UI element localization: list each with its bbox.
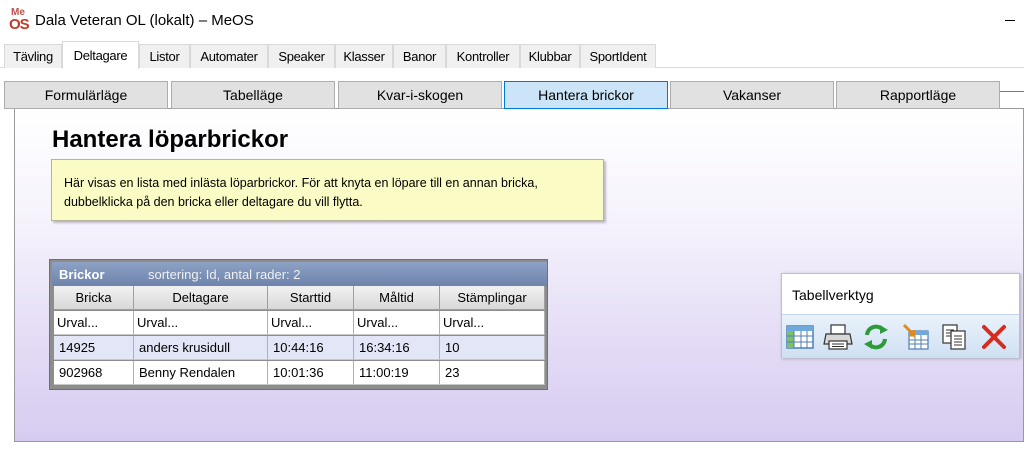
refresh-icon[interactable] <box>860 321 892 353</box>
column-header-stamplingar[interactable]: Stämplingar <box>440 286 545 310</box>
cell-deltagare[interactable]: anders krusidull <box>134 336 268 360</box>
tab-sportident[interactable]: SportIdent <box>580 44 656 68</box>
cell-maltid[interactable]: 16:34:16 <box>354 336 440 360</box>
formularlage-button[interactable]: Formulärläge <box>4 81 168 109</box>
tab-listor[interactable]: Listor <box>139 44 190 68</box>
table-tools-panel: Tabellverktyg <box>781 273 1020 358</box>
column-header-bricka[interactable]: Bricka <box>54 286 134 310</box>
tab-kontroller[interactable]: Kontroller <box>446 44 520 68</box>
kvar-i-skogen-button[interactable]: Kvar-i-skogen <box>338 81 502 109</box>
cell-starttid[interactable]: 10:01:36 <box>268 361 354 385</box>
table-title: Brickor <box>59 267 105 282</box>
cell-maltid[interactable]: 11:00:19 <box>354 361 440 385</box>
tab-automater[interactable]: Automater <box>190 44 268 68</box>
tools-toolbar <box>782 314 1019 358</box>
tab-tavling[interactable]: Tävling <box>4 44 62 68</box>
window-title: Dala Veteran OL (lokalt) – MeOS <box>35 12 254 29</box>
print-icon[interactable] <box>822 321 854 353</box>
column-header-starttid[interactable]: Starttid <box>268 286 354 310</box>
tab-klasser[interactable]: Klasser <box>335 44 393 68</box>
filter-stamplingar[interactable]: Urval... <box>440 311 545 335</box>
tab-klubbar[interactable]: Klubbar <box>520 44 580 68</box>
rapportlage-button[interactable]: Rapportläge <box>836 81 1000 109</box>
filter-maltid[interactable]: Urval... <box>354 311 440 335</box>
page-title: Hantera löparbrickor <box>52 126 289 153</box>
table-row[interactable]: 902968 Benny Rendalen 10:01:36 11:00:19 … <box>54 361 545 385</box>
cell-starttid[interactable]: 10:44:16 <box>268 336 354 360</box>
vakanser-button[interactable]: Vakanser <box>670 81 834 109</box>
cell-bricka[interactable]: 902968 <box>54 361 134 385</box>
meos-logo-icon: Me OS <box>9 7 30 33</box>
table-sort-info: sortering: Id, antal rader: 2 <box>148 267 301 282</box>
title-bar: Me OS Dala Veteran OL (lokalt) – MeOS <box>0 0 1024 40</box>
filter-deltagare[interactable]: Urval... <box>134 311 268 335</box>
tabellage-button[interactable]: Tabelläge <box>171 81 335 109</box>
copy-icon[interactable] <box>938 321 970 353</box>
cell-stamplingar[interactable]: 23 <box>440 361 545 385</box>
cell-deltagare[interactable]: Benny Rendalen <box>134 361 268 385</box>
hantera-brickor-button[interactable]: Hantera brickor <box>504 81 668 109</box>
table-row[interactable]: 14925 anders krusidull 10:44:16 16:34:16… <box>54 336 545 360</box>
table-view-icon[interactable] <box>784 321 816 353</box>
tab-banor[interactable]: Banor <box>393 44 446 68</box>
delete-icon[interactable] <box>978 321 1010 353</box>
tools-panel-title: Tabellverktyg <box>792 287 874 303</box>
info-text-line2: dubbelklicka på den bricka eller deltaga… <box>64 195 363 209</box>
cards-table: Brickor sortering: Id, antal rader: 2 Br… <box>49 259 548 390</box>
minimize-button[interactable] <box>996 8 1024 32</box>
table-filter-row: Urval... Urval... Urval... Urval... Urva… <box>54 311 545 335</box>
table-header-bar: Brickor sortering: Id, antal rader: 2 <box>52 262 547 286</box>
main-window: Me OS Dala Veteran OL (lokalt) – MeOS Tä… <box>0 0 1024 454</box>
cell-stamplingar[interactable]: 10 <box>440 336 545 360</box>
column-header-maltid[interactable]: Måltid <box>354 286 440 310</box>
info-text-line1: Här visas en lista med inlästa löparbric… <box>64 176 538 190</box>
table-column-headers: Bricka Deltagare Starttid Måltid Stämpli… <box>54 286 545 310</box>
cell-bricka[interactable]: 14925 <box>54 336 134 360</box>
info-box: Här visas en lista med inlästa löparbric… <box>51 159 604 221</box>
filter-bricka[interactable]: Urval... <box>54 311 134 335</box>
column-header-deltagare[interactable]: Deltagare <box>134 286 268 310</box>
filter-starttid[interactable]: Urval... <box>268 311 354 335</box>
import-icon[interactable] <box>900 321 932 353</box>
tab-deltagare[interactable]: Deltagare <box>62 41 139 69</box>
tab-speaker[interactable]: Speaker <box>268 44 335 68</box>
divider-line <box>1000 91 1024 92</box>
